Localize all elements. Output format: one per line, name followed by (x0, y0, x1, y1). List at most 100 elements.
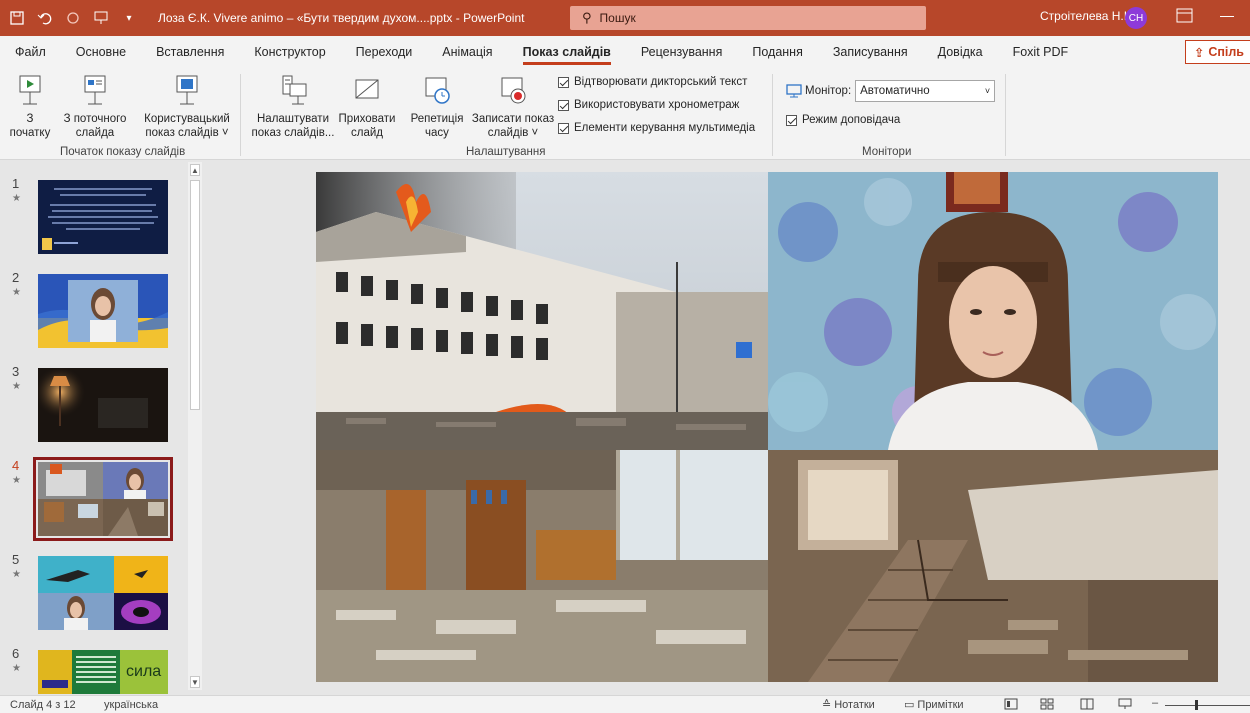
group-label-start: Початок показу слайдів (60, 146, 186, 158)
search-icon: ⚲ (582, 10, 592, 25)
share-button[interactable]: ⇪ Спіль (1184, 40, 1250, 64)
reading-view-icon[interactable] (1080, 698, 1094, 710)
monitor-row: Монітор: Автоматично ˅ (786, 80, 996, 102)
rehearse-timings-button[interactable]: Репетиція часу (406, 74, 468, 140)
slide-thumbnail-5[interactable] (38, 556, 168, 630)
slideshow-view-icon[interactable] (1118, 698, 1132, 710)
play-narrations-checkbox[interactable]: Відтворювати дикторський текст (558, 76, 747, 88)
share-icon: ⇪ (1193, 45, 1205, 60)
slide-image-destroyed-library[interactable] (316, 450, 768, 682)
customize-toolbar-icon[interactable]: ▾ (118, 7, 140, 29)
animation-star-icon: ★ (12, 193, 21, 204)
zoom-out-icon[interactable]: – (1152, 697, 1158, 709)
comment-icon: ▭ (904, 699, 915, 711)
slide-1-preview (38, 180, 168, 254)
slide-thumbnail-1[interactable] (38, 180, 168, 254)
custom-show-button[interactable]: Користувацький показ слайдів ˅ (138, 74, 236, 140)
slide-image-speaker[interactable] (768, 172, 1218, 450)
scroll-up-icon[interactable]: ▲ (190, 164, 200, 176)
tab-1[interactable]: Основне (61, 36, 141, 68)
slide-canvas[interactable] (316, 172, 1218, 682)
from-current-icon (84, 75, 106, 105)
slide-number: 3 (12, 364, 20, 379)
group-label-setup: Налаштування (466, 146, 546, 158)
slide-2-preview (38, 274, 168, 348)
zoom-slider[interactable] (1165, 705, 1250, 706)
from-beginning-button[interactable]: З початку (10, 74, 50, 140)
tab-8[interactable]: Подання (737, 36, 817, 68)
tab-6[interactable]: Показ слайдів (508, 36, 626, 68)
thumbnail-scrollbar[interactable]: ▲ ▼ (188, 162, 202, 690)
tab-3[interactable]: Конструктор (239, 36, 340, 68)
slide-number: 5 (12, 552, 20, 567)
tab-4[interactable]: Переходи (341, 36, 428, 68)
tab-10[interactable]: Довідка (923, 36, 998, 68)
presenter-view-checkbox[interactable]: Режим доповідача (786, 114, 900, 126)
tab-7[interactable]: Рецензування (626, 36, 737, 68)
slide-image-burning-building[interactable] (316, 172, 768, 450)
from-beginning-icon (19, 75, 41, 105)
chevron-down-icon: ˅ (984, 86, 991, 96)
tab-5[interactable]: Анімація (427, 36, 507, 68)
notes-icon: ≙ (822, 699, 832, 711)
setup-show-icon (282, 75, 307, 105)
animation-star-icon: ★ (12, 287, 21, 298)
checkbox-checked (558, 99, 569, 111)
slide-6-preview: сила (38, 650, 168, 694)
tab-2[interactable]: Вставлення (141, 36, 239, 68)
notes-button[interactable]: ≙ Нотатки (822, 698, 875, 712)
tab-11[interactable]: Foxit PDF (998, 36, 1084, 68)
tab-9[interactable]: Записування (818, 36, 923, 68)
media-controls-checkbox[interactable]: Елементи керування мультимедіа (558, 122, 755, 134)
slide-4-preview (38, 462, 168, 536)
scrollbar-thumb[interactable] (190, 180, 200, 410)
slide-3-preview (38, 368, 168, 442)
record-show-button[interactable]: Записати показ слайдів ˅ (470, 74, 556, 140)
ribbon-display-icon[interactable] (1176, 8, 1194, 24)
slide-thumbnail-4[interactable] (33, 457, 173, 541)
zoom-slider-thumb[interactable] (1195, 700, 1198, 710)
comments-button[interactable]: ▭ Примітки (904, 698, 964, 712)
slide-number: 2 (12, 270, 20, 285)
slide-number: 4 (12, 458, 20, 473)
use-timings-checkbox[interactable]: Використовувати хронометраж (558, 99, 739, 111)
scroll-down-icon[interactable]: ▼ (190, 676, 200, 688)
ribbon-tabs: Файл Основне Вставлення Конструктор Переходи… (0, 36, 1250, 68)
presentation-icon[interactable] (90, 7, 112, 29)
checkbox-checked (558, 76, 569, 88)
slide-thumbnail-panel: 1 ★ 2 ★ 3 ★ 4 ★ 5 ★ 6 ★ сила ▲ ▼ (0, 160, 206, 695)
checkbox-checked (786, 114, 797, 126)
hide-slide-button[interactable]: Приховати слайд (336, 74, 398, 140)
animation-star-icon: ★ (12, 569, 21, 580)
group-label-monitors: Монітори (862, 146, 912, 158)
search-box[interactable]: ⚲ Пошук (570, 6, 926, 30)
slide-thumbnail-3[interactable] (38, 368, 168, 442)
slide-counter: Слайд 4 з 12 (10, 699, 76, 711)
redo-icon[interactable] (62, 7, 84, 29)
hide-slide-icon (355, 79, 379, 99)
slide-image-destroyed-staircase[interactable] (768, 450, 1218, 682)
language-indicator[interactable]: українська (104, 699, 158, 711)
minimize-button[interactable] (1220, 16, 1234, 17)
slide-thumbnail-6[interactable]: сила (38, 650, 168, 694)
group-divider (772, 74, 773, 156)
slide-thumbnail-2[interactable] (38, 274, 168, 348)
normal-view-icon[interactable] (1004, 698, 1018, 710)
rehearse-timings-icon (425, 77, 450, 104)
animation-star-icon: ★ (12, 381, 21, 392)
group-divider (240, 74, 241, 156)
undo-icon[interactable] (34, 7, 56, 29)
checkbox-checked (558, 122, 569, 134)
custom-show-icon (176, 75, 198, 105)
save-icon[interactable] (6, 7, 28, 29)
title-bar: ▾ Лоза Є.К. Vivere animo – «Бути твердим… (0, 0, 1250, 36)
ribbon: З початку З поточного слайда Користуваць… (0, 68, 1250, 160)
avatar[interactable]: СН (1125, 7, 1147, 29)
setup-show-button[interactable]: Налаштувати показ слайдів... (250, 74, 336, 140)
slide-sorter-icon[interactable] (1040, 698, 1054, 710)
record-icon (501, 77, 526, 104)
from-current-button[interactable]: З поточного слайда (58, 74, 132, 140)
tab-0[interactable]: Файл (0, 36, 61, 68)
user-name[interactable]: Строітелева Н.І. (1040, 9, 1130, 23)
monitor-select[interactable]: Автоматично ˅ (855, 80, 996, 102)
